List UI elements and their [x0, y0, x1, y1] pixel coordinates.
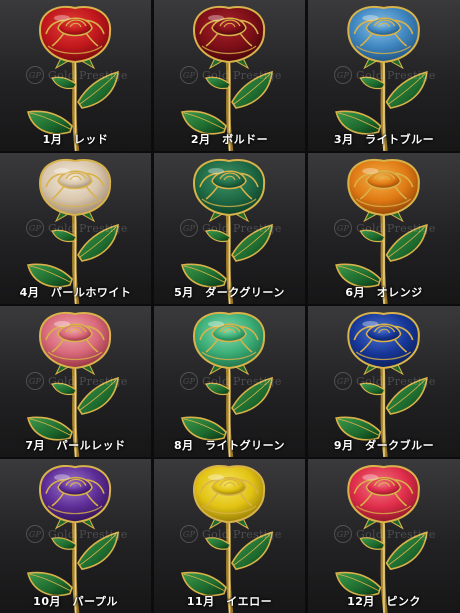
rose-illustration [335, 158, 428, 304]
leaf-right [77, 70, 119, 109]
rose-illustration [181, 5, 273, 151]
rose-bloom [347, 311, 420, 370]
leaf-right [231, 376, 273, 415]
rose-illustration [181, 465, 273, 613]
rose-month-color-label: 10月 パープル [33, 595, 118, 608]
leaf-right [385, 376, 428, 415]
rose-card: GP Gold Prestige 5月 ダークグリーン [154, 153, 305, 304]
rose-illustration [335, 465, 428, 613]
rose-bloom [192, 465, 266, 524]
leaf-right [385, 531, 428, 571]
rose-illustration [27, 311, 119, 457]
rose-month-color-label: 7月 パールレッド [25, 439, 126, 452]
rose-bloom [38, 465, 112, 524]
rose-card: GP Gold Prestige 4月 パールホワイト [0, 153, 151, 304]
rose-card: GP Gold Prestige 1月 レッド [0, 0, 151, 151]
rose-month-color-label: 6月 オレンジ [345, 286, 423, 299]
leaf-left [181, 571, 227, 597]
rose-bloom [347, 465, 420, 524]
rose-illustration [335, 5, 428, 151]
rose-month-color-label: 8月 ライトグリーン [173, 439, 286, 452]
leaf-right [385, 223, 428, 262]
leaf-right [231, 70, 273, 109]
rose-month-color-label: 12月 ピンク [347, 595, 421, 608]
rose-bloom [347, 5, 420, 64]
rose-card: GP Gold Prestige 6月 オレンジ [308, 153, 460, 304]
rose-month-color-label: 1月 レッド [42, 133, 109, 146]
rose-card: GP Gold Prestige 10月 パープル [0, 459, 151, 613]
leaf-right [77, 531, 119, 571]
rose-card: GP Gold Prestige 8月 ライトグリーン [154, 306, 305, 457]
rose-card: GP Gold Prestige 12月 ピンク [308, 459, 460, 613]
rose-bloom [38, 5, 112, 64]
leaf-right [231, 223, 273, 262]
rose-month-color-label: 2月 ボルドー [190, 133, 269, 146]
leaf-left [27, 571, 73, 597]
rose-card: GP Gold Prestige 3月 ライトブルー [308, 0, 460, 151]
leaf-right [77, 223, 119, 262]
rose-illustration [181, 158, 273, 304]
rose-bloom [192, 158, 266, 217]
rose-illustration [181, 311, 273, 457]
rose-card: GP Gold Prestige 2月 ボルドー [154, 0, 305, 151]
rose-month-color-label: 11月 イエロー [186, 595, 273, 608]
rose-bloom [192, 311, 266, 370]
rose-catalog-grid: GP Gold Prestige 1月 レッド GP Gold Prestige… [0, 0, 460, 613]
rose-month-color-label: 4月 パールホワイト [19, 286, 132, 299]
rose-illustration [27, 158, 119, 304]
rose-illustration [335, 311, 428, 457]
rose-card: GP Gold Prestige 7月 パールレッド [0, 306, 151, 457]
rose-card: GP Gold Prestige 9月 ダークブルー [308, 306, 460, 457]
leaf-right [77, 376, 119, 415]
rose-bloom [38, 311, 112, 370]
rose-card: GP Gold Prestige 11月 イエロー [154, 459, 305, 613]
rose-bloom [192, 5, 266, 64]
rose-month-color-label: 3月 ライトブルー [333, 133, 435, 146]
rose-illustration [27, 465, 119, 613]
rose-illustration [27, 5, 119, 151]
leaf-right [231, 531, 273, 571]
rose-bloom [347, 158, 420, 217]
leaf-left [335, 571, 382, 597]
rose-month-color-label: 5月 ダークグリーン [174, 286, 285, 299]
leaf-right [385, 70, 428, 109]
rose-month-color-label: 9月 ダークブルー [333, 439, 435, 452]
rose-bloom [38, 158, 112, 217]
